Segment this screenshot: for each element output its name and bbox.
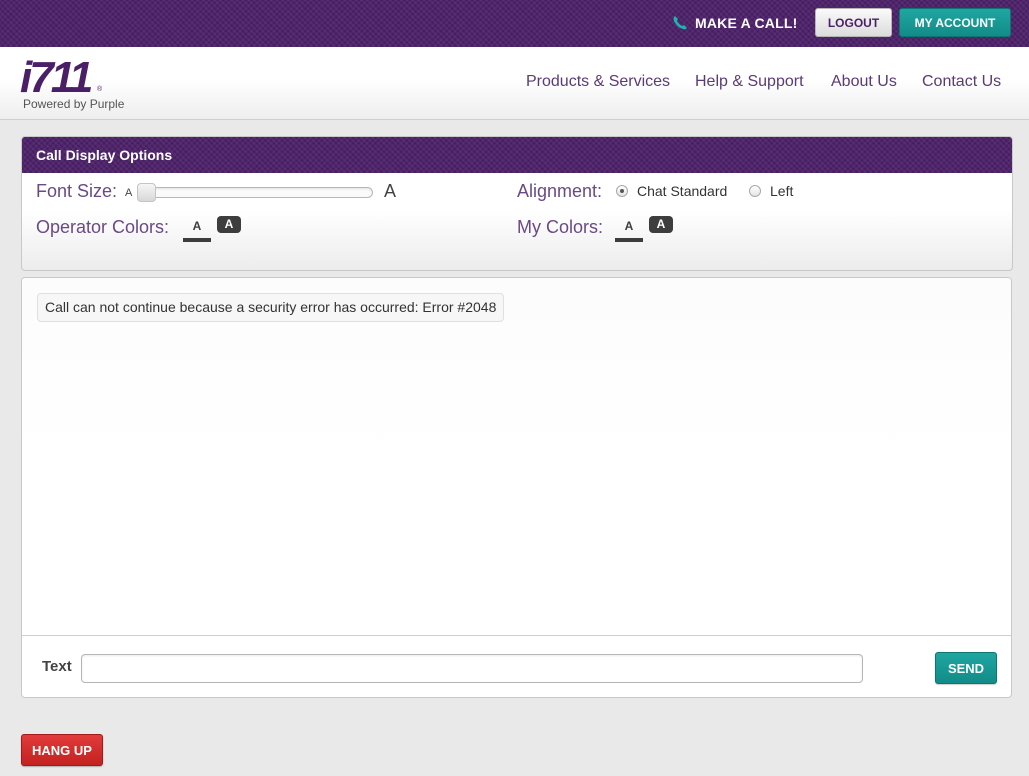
text-input-label: Text (42, 658, 72, 675)
logout-button[interactable]: LOGOUT (815, 8, 892, 37)
make-call-label: MAKE A CALL! (695, 15, 798, 31)
chat-panel: Call can not continue because a security… (21, 277, 1012, 698)
font-size-slider-thumb[interactable] (137, 183, 156, 202)
nav-products-services[interactable]: Products & Services (526, 73, 670, 95)
alignment-left-label[interactable]: Left (770, 183, 793, 199)
chat-log[interactable]: Call can not continue because a security… (22, 278, 1011, 636)
my-color-light-swatch[interactable]: A (615, 217, 643, 242)
font-large-glyph: A (384, 181, 397, 201)
logo-tagline: Powered by Purple (23, 97, 125, 111)
nav-contact-us[interactable]: Contact Us (922, 73, 1001, 95)
logo-registered-mark: ® (97, 86, 103, 93)
make-call-link[interactable]: MAKE A CALL! (671, 10, 797, 36)
chat-message: Call can not continue because a security… (37, 293, 505, 322)
site-header: i711 ® Powered by Purple Products & Serv… (0, 47, 1029, 120)
top-bar: MAKE A CALL! LOGOUT MY ACCOUNT (0, 0, 1029, 47)
call-display-options-panel: Call Display Options Font Size: A A Oper… (21, 136, 1013, 271)
alignment-label: Alignment: (517, 181, 603, 201)
message-text-input[interactable] (81, 654, 863, 683)
operator-color-dark-swatch[interactable]: A (217, 216, 241, 233)
alignment-left-radio[interactable] (749, 185, 761, 197)
alignment-chat-standard-radio[interactable] (616, 185, 628, 197)
my-account-button[interactable]: MY ACCOUNT (899, 8, 1011, 37)
phone-icon (671, 14, 689, 32)
i711-logo[interactable]: i711 ® Powered by Purple (20, 56, 140, 114)
operator-color-light-swatch[interactable]: A (183, 217, 211, 242)
my-colors-label: My Colors: (517, 217, 604, 237)
font-small-glyph: A (125, 187, 133, 199)
font-size-label: Font Size: (36, 181, 118, 201)
send-button[interactable]: SEND (935, 652, 997, 684)
hang-up-button[interactable]: HANG UP (21, 734, 103, 766)
nav-about-us[interactable]: About Us (831, 73, 897, 95)
options-header: Call Display Options (22, 137, 1012, 173)
options-title: Call Display Options (36, 147, 173, 163)
font-size-slider[interactable] (137, 187, 373, 198)
my-color-dark-swatch[interactable]: A (649, 216, 673, 233)
operator-colors-label: Operator Colors: (36, 217, 170, 237)
nav-help-support[interactable]: Help & Support (695, 73, 804, 95)
logo-mark: i711 (20, 53, 93, 102)
alignment-chat-standard-label[interactable]: Chat Standard (637, 183, 727, 199)
